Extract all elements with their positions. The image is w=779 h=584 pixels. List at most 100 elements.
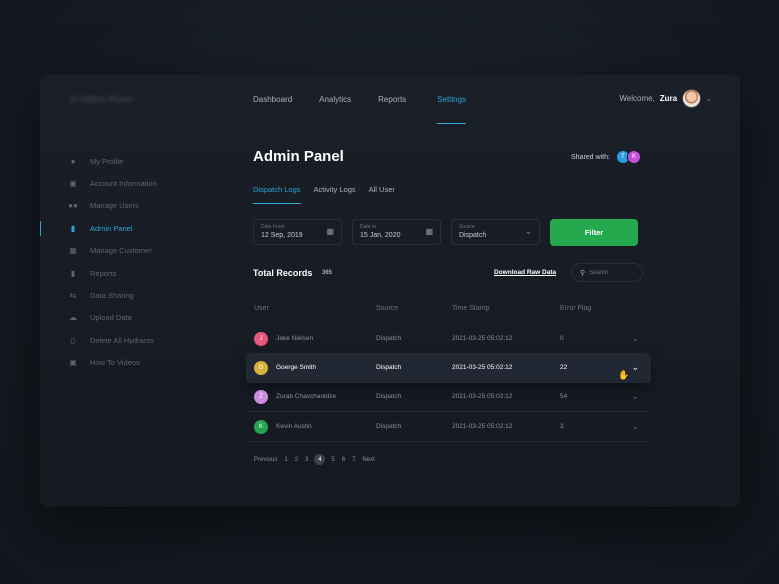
search-icon: ⚲ [580,269,586,277]
search-input[interactable] [589,269,640,276]
cell-source: Dispatch [376,423,402,430]
cell-time-stamp: 2021-03-25 05:02:12 [452,423,513,430]
date-to-value: 15 Jan, 2020 [360,232,401,239]
sidebar-item-my-profile[interactable]: ● My Profile [40,150,230,172]
records-count: 365 [322,270,333,276]
users-icon: ●● [68,201,78,211]
chevron-down-icon: ⌄ [525,227,532,236]
sidebar-item-how-to-videos[interactable]: ▣ How To Videos [40,352,230,374]
sidebar-item-label: My Profile [90,156,124,166]
chevron-down-icon[interactable]: ⌄ [631,333,639,344]
chevron-down-icon[interactable]: ⌄ [631,362,639,373]
avatar[interactable] [682,89,702,108]
grid-icon: ▦ [69,246,77,256]
calendar-icon: ▦ [326,227,334,236]
chevron-down-icon[interactable]: ⌄ [631,421,639,432]
sidebar-item-label: Manage Users [90,201,139,211]
user-menu[interactable]: Welcome, Zura ⌄ [619,89,712,108]
table-row[interactable]: Z Zurab Chavchanidze Dispatch 2021-03-25… [246,383,651,412]
sidebar-item-admin-panel[interactable]: ▮ Admin Panel [40,217,230,239]
id-card-icon: ▣ [69,179,77,189]
user-avatar: J [254,332,268,346]
date-to-field[interactable]: Date to 15 Jan, 2020 ▦ [352,219,441,245]
mouse-cursor-icon: ✋ [618,370,630,380]
page-title: Admin Panel [253,148,344,165]
source-label: Source [459,224,475,230]
sidebar-item-data-sharing[interactable]: ⇆ Data Sharing [40,284,230,306]
table-row[interactable]: G Goerge Smith Dispatch 2021-03-25 05:02… [246,354,651,383]
shared-label: Shared with: [571,154,610,161]
source-value: Dispatch [459,232,487,239]
sidebar: ● My Profile ▣ Account Information ●● Manag… [40,150,230,374]
app-window: UI Admin Panel Dashboard Analytics Repor… [40,75,740,507]
cell-user: Kevin Austin [276,423,312,430]
trash-icon: ▯ [70,335,76,345]
tab-activity-logs[interactable]: Activity Logs [314,185,356,204]
welcome-text: Welcome, [619,94,655,103]
table-row[interactable]: J Jake Nielsen Dispatch 2021-03-25 05:02… [246,325,651,354]
brand-logo: UI Admin Panel [70,95,133,104]
sidebar-item-account-information[interactable]: ▣ Account Information [40,172,230,194]
cell-source: Dispatch [376,364,402,371]
calendar-icon: ▦ [425,227,433,236]
user-icon: ● [70,156,76,166]
page-link-current[interactable]: 4 [314,454,326,465]
page-link[interactable]: 6 [341,457,346,463]
sidebar-item-reports[interactable]: ▮ Reports [40,262,230,284]
page-link[interactable]: 5 [330,457,335,463]
records-title: Total Records [253,268,313,278]
page-link[interactable]: 7 [351,457,356,463]
source-select[interactable]: Source Dispatch ⌄ [451,219,540,245]
user-avatar: Z [254,390,268,404]
shared-avatar[interactable]: K [627,150,641,164]
sidebar-item-label: Reports [90,268,117,278]
cell-error-flag: 22 [560,364,568,371]
column-header-time-stamp: Time Stamp [452,305,490,312]
tab-all-user[interactable]: All User [369,185,395,204]
column-header-error-flag: Error Flag [560,305,592,312]
pagination: Previous 1 2 3 4 5 6 7 Next [253,454,376,465]
sidebar-item-label: Manage Customer [90,246,152,256]
document-icon: ▮ [70,223,76,233]
user-avatar: G [254,361,268,375]
cloud-upload-icon: ☁ [69,313,77,323]
sidebar-item-manage-customer[interactable]: ▦ Manage Customer [40,240,230,262]
table-row[interactable]: K Kevin Austin Dispatch 2021-03-25 05:02… [246,413,651,442]
nav-reports[interactable]: Reports [378,95,406,125]
shared-avatars: T K [616,150,641,164]
filter-button[interactable]: Filter [550,219,638,246]
sidebar-item-label: Delete All Hydrants [90,335,154,345]
sidebar-item-label: Upload Data [90,313,132,323]
chevron-down-icon[interactable]: ⌄ [706,95,712,103]
page-link[interactable]: 1 [283,457,288,463]
sidebar-item-upload-data[interactable]: ☁ Upload Data [40,307,230,329]
user-name: Zura [659,94,678,103]
date-to-label: Date to [360,224,377,230]
cell-time-stamp: 2021-03-25 05:02:12 [452,335,513,342]
cell-time-stamp: 2021-03-25 05:02:12 [452,364,513,371]
date-from-label: Date From [261,224,285,230]
nav-settings[interactable]: Settings [437,95,466,125]
sidebar-item-label: Admin Panel [90,223,133,233]
page-link[interactable]: 2 [294,457,299,463]
cell-user: Zurab Chavchanidze [276,393,336,400]
nav-dashboard[interactable]: Dashboard [253,95,292,125]
sidebar-item-manage-users[interactable]: ●● Manage Users [40,195,230,217]
sidebar-item-delete-all-hydrants[interactable]: ▯ Delete All Hydrants [40,329,230,351]
cell-time-stamp: 2021-03-25 05:02:12 [452,393,513,400]
download-raw-data-link[interactable]: Download Raw Data [494,269,556,276]
top-nav: Dashboard Analytics Reports Settings [253,95,466,125]
chevron-down-icon[interactable]: ⌄ [631,391,639,402]
pagination-next[interactable]: Next [361,457,375,463]
transfer-icon: ⇆ [69,291,77,301]
cell-user: Jake Nielsen [276,335,314,342]
cell-error-flag: 3 [560,423,564,430]
page-link[interactable]: 3 [304,457,309,463]
tab-dispatch-logs[interactable]: Dispatch Logs [253,185,301,204]
search-box[interactable]: ⚲ [571,263,643,282]
report-icon: ▮ [70,268,76,278]
user-avatar: K [254,420,268,434]
date-from-field[interactable]: Date From 12 Sep, 2019 ▦ [253,219,342,245]
nav-analytics[interactable]: Analytics [319,95,351,125]
pagination-previous[interactable]: Previous [253,457,278,463]
